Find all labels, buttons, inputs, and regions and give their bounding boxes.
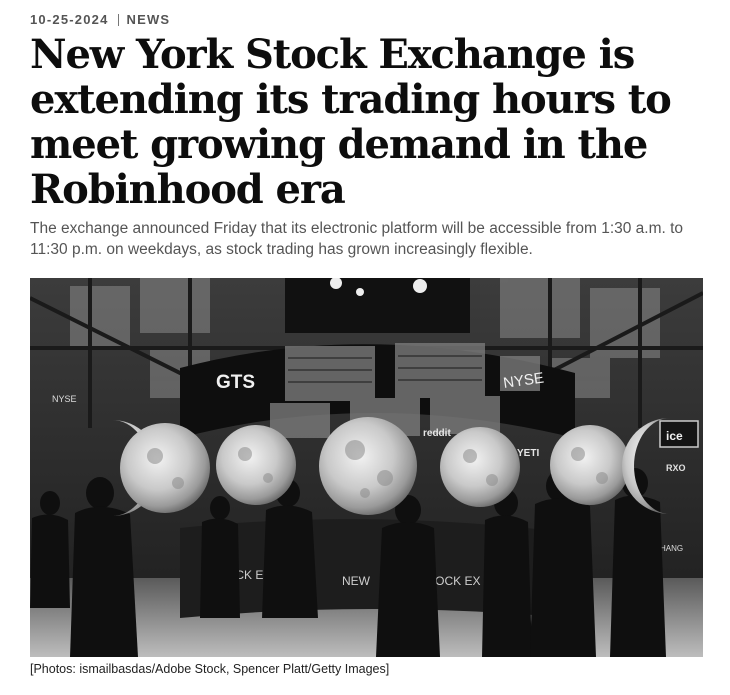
moon-1 — [120, 423, 210, 513]
sign-ice: ice — [666, 429, 683, 443]
sign-hang: HANG — [660, 544, 683, 553]
moon-3 — [319, 417, 417, 515]
hero-photo: GTS NYSE NYSE reddit YETI ice RXO HANG O… — [30, 278, 703, 657]
moon-5 — [550, 425, 630, 505]
article-dek: The exchange announced Friday that its e… — [30, 220, 684, 258]
article-headline: New York Stock Exchange is extending its… — [30, 31, 672, 213]
photo-credit: [Photos: ismailbasdas/Adobe Stock, Spenc… — [30, 662, 390, 676]
article-date: 10-25-2024 — [30, 12, 109, 27]
article-meta: 10-25-2024 NEWS — [30, 12, 170, 27]
sign-nyse-small: NYSE — [52, 394, 77, 404]
sign-gts: GTS — [216, 372, 255, 393]
sign-reddit: reddit — [423, 428, 451, 439]
sign-yeti: YETI — [517, 448, 539, 459]
moon-2 — [216, 425, 296, 505]
meta-divider — [117, 13, 119, 26]
moon-4 — [440, 427, 520, 507]
hero-photo-illustration: GTS NYSE NYSE reddit YETI ice RXO HANG O… — [30, 278, 703, 657]
booth-hood — [285, 278, 470, 333]
sign-rxo: RXO — [666, 463, 686, 473]
section-link[interactable]: NEWS — [127, 12, 171, 27]
counter-text-mid: NEW — [342, 574, 371, 588]
